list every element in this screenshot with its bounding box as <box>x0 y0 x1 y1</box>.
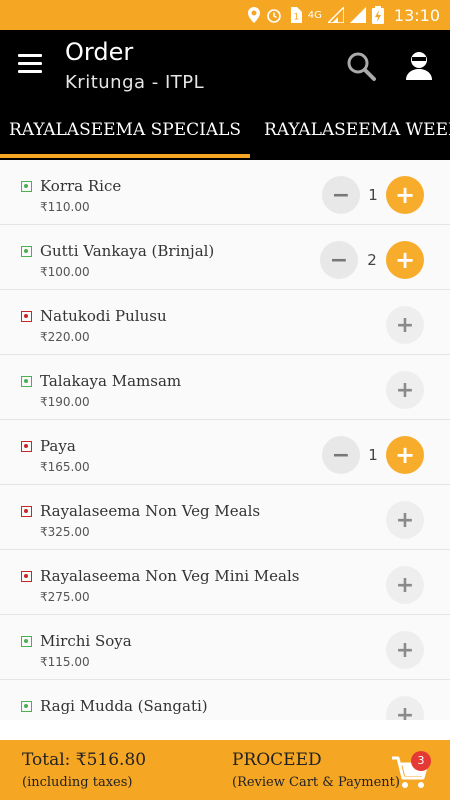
location-icon <box>247 7 260 23</box>
item-quantity: 1 <box>368 446 378 464</box>
signal-icon-2 <box>349 7 366 23</box>
list-item: Talakaya Mamsam ₹190.00 + <box>0 355 450 420</box>
item-price: ₹190.00 <box>40 395 90 409</box>
item-name: Natukodi Pulusu <box>40 307 167 325</box>
list-item: Gutti Vankaya (Brinjal) ₹100.00 − 2 + <box>0 225 450 290</box>
increase-quantity-button[interactable]: + <box>386 176 424 214</box>
page-title: Order <box>65 38 134 66</box>
item-price: ₹110.00 <box>40 200 90 214</box>
add-item-button[interactable]: + <box>386 501 424 539</box>
status-time: 13:10 <box>393 5 440 25</box>
veg-icon <box>21 376 32 387</box>
add-item-button[interactable]: + <box>386 371 424 409</box>
tab-rayalaseema-specials[interactable]: RAYALASEEMA SPECIALS <box>0 110 250 160</box>
network-type: 4G <box>307 9 322 21</box>
veg-icon <box>21 636 32 647</box>
list-item: Mirchi Soya ₹115.00 + <box>0 615 450 680</box>
item-name: Mirchi Soya <box>40 632 132 650</box>
decrease-quantity-button[interactable]: − <box>322 436 360 474</box>
item-quantity: 1 <box>368 186 378 204</box>
battery-icon <box>371 6 384 24</box>
non-veg-icon <box>21 571 32 582</box>
item-price: ₹220.00 <box>40 330 90 344</box>
item-price: ₹115.00 <box>40 655 90 669</box>
item-name: Talakaya Mamsam <box>40 372 182 390</box>
checkout-bar[interactable]: Total: ₹516.80 (including taxes) PROCEED… <box>0 740 450 800</box>
item-name: Paya <box>40 437 76 455</box>
list-item: Natukodi Pulusu ₹220.00 + <box>0 290 450 355</box>
decrease-quantity-button[interactable]: − <box>322 176 360 214</box>
add-item-button[interactable]: + <box>386 306 424 344</box>
status-icons: 1 4G 13:10 <box>247 5 440 25</box>
list-item: Paya ₹165.00 − 1 + <box>0 420 450 485</box>
item-quantity: 2 <box>367 251 377 269</box>
user-icon[interactable] <box>404 50 434 80</box>
item-name: Rayalaseema Non Veg Meals <box>40 502 261 520</box>
category-tabs: RAYALASEEMA SPECIALS RAYALASEEMA WEEKEND… <box>0 110 450 160</box>
add-item-button[interactable]: + <box>386 566 424 604</box>
proceed-button[interactable]: PROCEED <box>232 750 322 770</box>
add-item-button[interactable]: + <box>386 631 424 669</box>
tab-rayalaseema-weekend-specials[interactable]: RAYALASEEMA WEEKEND SPECIALS <box>264 110 450 160</box>
item-price: ₹165.00 <box>40 460 90 474</box>
search-icon[interactable] <box>345 50 377 82</box>
menu-list[interactable]: Korra Rice ₹110.00 − 1 + Gutti Vankaya (… <box>0 160 450 720</box>
list-item: Korra Rice ₹110.00 − 1 + <box>0 160 450 225</box>
non-veg-icon <box>21 311 32 322</box>
list-item: Rayalaseema Non Veg Mini Meals ₹275.00 + <box>0 550 450 615</box>
item-price: ₹325.00 <box>40 525 90 539</box>
increase-quantity-button[interactable]: + <box>386 436 424 474</box>
list-item: Rayalaseema Non Veg Meals ₹325.00 + <box>0 485 450 550</box>
restaurant-name: Kritunga - ITPL <box>65 72 205 93</box>
item-name: Korra Rice <box>40 177 122 195</box>
status-bar: 1 4G 13:10 <box>0 0 450 30</box>
veg-icon <box>21 701 32 712</box>
item-price: ₹100.00 <box>40 265 90 279</box>
proceed-note: (Review Cart & Payment) <box>232 775 400 790</box>
alarm-icon <box>266 9 281 23</box>
veg-icon <box>21 181 32 192</box>
sim-icon: 1 <box>290 7 302 23</box>
item-name: Rayalaseema Non Veg Mini Meals <box>40 567 300 585</box>
total-note: (including taxes) <box>22 775 133 790</box>
signal-icon <box>327 7 344 23</box>
order-total: Total: ₹516.80 <box>22 750 147 770</box>
list-item: Ragi Mudda (Sangati) + <box>0 680 450 720</box>
menu-icon[interactable] <box>18 54 42 74</box>
non-veg-icon <box>21 506 32 517</box>
add-item-button[interactable]: + <box>386 696 424 720</box>
item-name: Gutti Vankaya (Brinjal) <box>40 242 215 260</box>
svg-text:1: 1 <box>293 13 299 23</box>
item-name: Ragi Mudda (Sangati) <box>40 697 208 715</box>
veg-icon <box>21 246 32 257</box>
active-tab-indicator <box>0 154 250 158</box>
non-veg-icon <box>21 441 32 452</box>
item-price: ₹275.00 <box>40 590 90 604</box>
increase-quantity-button[interactable]: + <box>386 241 424 279</box>
cart-count-badge: 3 <box>411 751 431 771</box>
decrease-quantity-button[interactable]: − <box>320 241 358 279</box>
app-bar: Order Kritunga - ITPL <box>0 30 450 110</box>
